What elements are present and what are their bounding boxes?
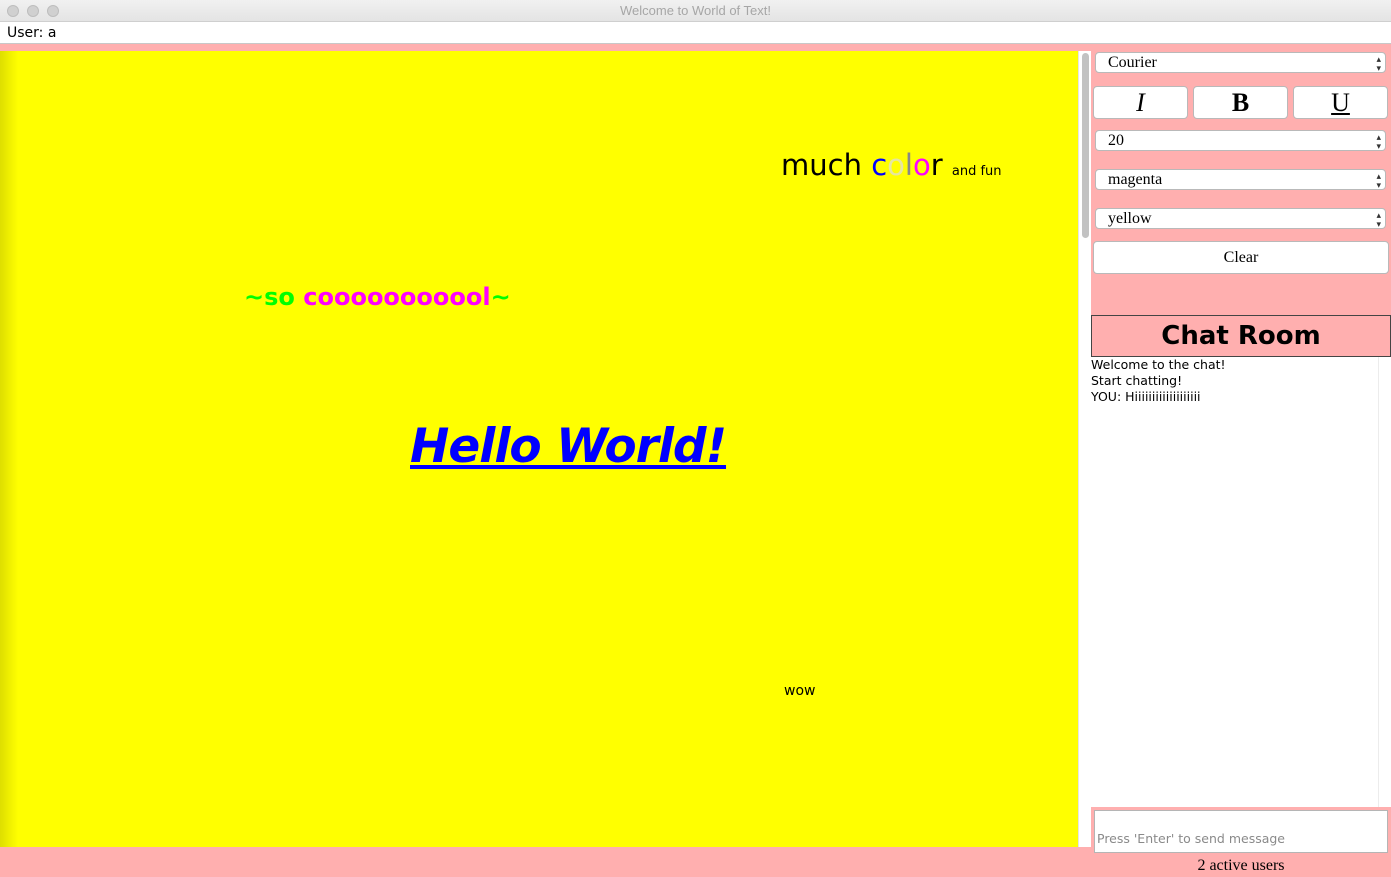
- chat-log[interactable]: Welcome to the chat! Start chatting! YOU…: [1091, 357, 1391, 807]
- chat-message: Welcome to the chat!: [1091, 357, 1226, 372]
- background-color-value: yellow: [1108, 210, 1152, 227]
- font-size-value: 20: [1108, 132, 1124, 149]
- canvas-text-so-cool[interactable]: ~so cooooooooool~: [244, 283, 511, 311]
- canvas-word-much: much: [781, 148, 862, 182]
- text-color-select[interactable]: magenta ▴ ▾: [1095, 169, 1386, 190]
- select-arrows-icon: ▴ ▾: [1376, 54, 1381, 73]
- text-canvas[interactable]: much color and fun ~so cooooooooool~ Hel…: [0, 51, 1078, 847]
- user-label: User: a: [7, 25, 57, 41]
- canvas-scroll-thumb[interactable]: [1082, 53, 1089, 238]
- chat-message: Start chatting!: [1091, 373, 1183, 388]
- canvas-word-so: ~so: [244, 283, 295, 311]
- canvas-letter-o: o: [887, 148, 905, 182]
- underline-button[interactable]: U: [1293, 86, 1388, 119]
- background-color-select[interactable]: yellow ▴ ▾: [1095, 208, 1386, 229]
- font-size-select[interactable]: 20 ▴ ▾: [1095, 130, 1386, 151]
- canvas-word-tilde: ~: [490, 283, 511, 311]
- window-title: Welcome to World of Text!: [619, 3, 771, 18]
- select-arrows-icon: ▴ ▾: [1376, 210, 1381, 229]
- canvas-vertical-scrollbar[interactable]: [1078, 51, 1091, 847]
- select-arrows-icon: ▴ ▾: [1376, 171, 1381, 190]
- chat-room-title: Chat Room: [1091, 315, 1391, 357]
- chat-message-input[interactable]: [1094, 810, 1388, 853]
- text-color-value: magenta: [1108, 171, 1163, 188]
- window-titlebar: Welcome to World of Text!: [0, 0, 1391, 22]
- chat-scrollbar[interactable]: [1378, 357, 1391, 807]
- canvas-text-hello-world[interactable]: Hello World!: [410, 419, 727, 475]
- font-family-select[interactable]: Courier ▴ ▾: [1095, 52, 1386, 73]
- canvas-word-cool: cooooooooool: [303, 283, 491, 311]
- clear-button[interactable]: Clear: [1093, 241, 1389, 274]
- bold-button[interactable]: B: [1193, 86, 1288, 119]
- right-panel: Courier ▴ ▾ I B U 20 ▴ ▾ magenta ▴ ▾ yellow…: [1091, 44, 1391, 877]
- canvas-letter-l: l: [904, 148, 913, 182]
- canvas-letter-c: c: [871, 148, 888, 182]
- canvas-letter-o-2: o: [912, 148, 931, 182]
- chat-message: YOU: Hiiiiiiiiiiiiiiiiiii: [1091, 389, 1201, 404]
- italic-button[interactable]: I: [1093, 86, 1188, 119]
- active-users-count: 2 active users: [1197, 857, 1285, 874]
- user-bar: User: a: [0, 22, 1391, 44]
- select-arrows-icon: ▴ ▾: [1376, 132, 1381, 151]
- canvas-text-wow[interactable]: wow: [784, 683, 815, 700]
- canvas-text-much-color[interactable]: much color and fun: [781, 148, 1002, 189]
- canvas-letter-r: r: [930, 148, 943, 182]
- font-family-value: Courier: [1108, 54, 1157, 71]
- canvas-word-and-fun: and fun: [951, 164, 1002, 179]
